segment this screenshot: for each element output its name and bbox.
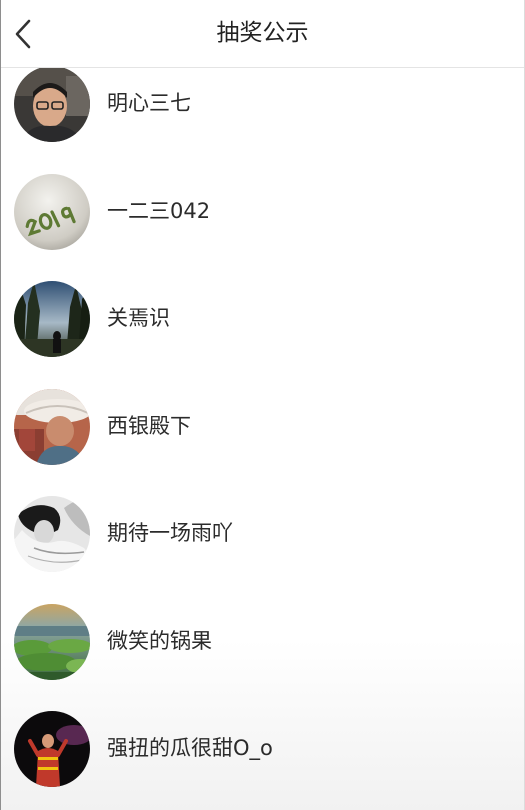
avatar[interactable]	[14, 66, 90, 142]
winner-name: 一二三042	[107, 198, 211, 223]
winner-row[interactable]: 强扭的瓜很甜O_o	[1, 695, 524, 803]
header-bar: 抽奖公示	[1, 0, 524, 68]
winner-name: 关焉识	[107, 306, 170, 330]
winner-row[interactable]: 期待一场雨吖	[1, 480, 524, 588]
avatar[interactable]	[14, 496, 90, 572]
winner-row[interactable]: 关焉识	[1, 265, 524, 373]
winner-name: 强扭的瓜很甜O_o	[107, 736, 273, 760]
winner-name: 微笑的锅果	[107, 628, 212, 653]
winner-name: 西银殿下	[107, 413, 191, 438]
avatar[interactable]	[14, 388, 90, 465]
avatar[interactable]	[14, 711, 90, 787]
avatar[interactable]	[14, 603, 90, 680]
winner-row[interactable]: 西银殿下	[1, 373, 524, 481]
winner-name: 期待一场雨吖	[107, 521, 233, 545]
avatar[interactable]	[14, 173, 90, 250]
winner-row[interactable]: 一二三042	[1, 158, 524, 266]
avatar[interactable]	[14, 281, 90, 357]
page-title: 抽奖公示	[216, 20, 309, 46]
winner-list: 明心三七 一二三042 关焉识 西银殿下 期待一场雨吖 微笑的锅果 强扭的瓜很甜…	[1, 50, 524, 803]
winner-row[interactable]: 微笑的锅果	[1, 588, 524, 696]
app-screen: 抽奖公示 明心三七 一二三042 关焉识 西银殿下 期待一场雨吖 微笑的锅果 强…	[0, 0, 525, 810]
